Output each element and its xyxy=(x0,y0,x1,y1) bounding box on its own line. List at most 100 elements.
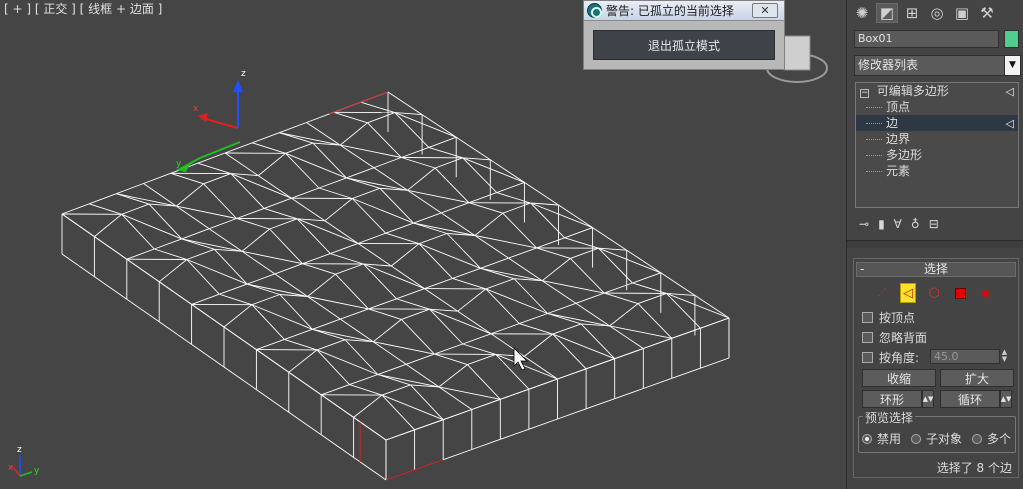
preview-subobject-radio[interactable]: 子对象 xyxy=(911,430,962,447)
shrink-button[interactable]: 收缩 xyxy=(862,369,936,387)
modifier-list-dropdown[interactable]: 修改器列表 ▼ xyxy=(854,55,1021,76)
stack-item-element[interactable]: 元素 xyxy=(856,163,1018,179)
hierarchy-tab-icon[interactable]: ⊞ xyxy=(901,3,923,23)
mesh-edge xyxy=(121,203,150,215)
mesh-edge xyxy=(143,172,171,184)
stack-item-border[interactable]: 边界 xyxy=(856,131,1018,147)
mesh-edge xyxy=(385,222,414,234)
stack-item-editable-poly[interactable]: − 可编辑多边形 ◁ xyxy=(856,83,1018,99)
collapse-icon[interactable]: - xyxy=(860,263,864,276)
collapse-icon[interactable]: − xyxy=(860,89,869,98)
stack-item-edge[interactable]: 边 ◁ xyxy=(856,115,1018,131)
mesh-edge xyxy=(263,197,292,209)
mesh-edge xyxy=(324,198,353,222)
mesh-edge xyxy=(609,303,639,327)
pin-stack-icon[interactable]: ⊸ xyxy=(859,217,869,231)
loop-spinner-icon[interactable]: ▲▼ xyxy=(1000,390,1012,408)
selection-rollout: - 选择 ⋰ ◁ ⬡ ◈ 按顶点 忽略背面 按角度: 45.0 ▲ ▼ 收缩 扩大… xyxy=(853,258,1019,478)
make-unique-icon[interactable]: ∀ xyxy=(894,217,902,231)
spinner-arrows-icon[interactable]: ▲ ▼ xyxy=(1000,349,1009,364)
edge-level-icon[interactable]: ◁ xyxy=(899,283,917,303)
exit-isolation-button[interactable]: 退出孤立模式 xyxy=(593,30,775,60)
mesh-edge xyxy=(357,232,386,244)
modifier-list-label: 修改器列表 xyxy=(858,58,919,72)
polygon-level-icon[interactable] xyxy=(952,283,968,303)
mesh-edge xyxy=(541,258,571,282)
object-color-swatch[interactable] xyxy=(1004,30,1019,48)
preview-multi-radio[interactable]: 多个 xyxy=(972,430,1011,447)
mesh-edge xyxy=(312,318,341,330)
mesh-edge xyxy=(474,212,504,236)
ring-button[interactable]: 环形 xyxy=(862,390,922,408)
ignore-backfacing-checkbox[interactable]: 忽略背面 xyxy=(862,329,927,345)
mesh-edge xyxy=(279,294,313,330)
mesh-edge xyxy=(252,142,286,154)
subobject-level-icons: ⋰ ◁ ⬡ ◈ xyxy=(874,282,994,304)
mesh-edge xyxy=(385,429,415,441)
mesh-edge xyxy=(61,253,95,277)
mesh-edge xyxy=(637,292,667,305)
mesh-edge xyxy=(428,136,457,148)
mesh-edge xyxy=(643,337,672,349)
mesh-edge xyxy=(396,288,425,300)
mesh-edge xyxy=(367,122,402,158)
angle-spinner-field[interactable]: 45.0 xyxy=(930,349,1000,364)
by-vertex-checkbox[interactable]: 按顶点 xyxy=(862,309,915,325)
utilities-tab-icon[interactable]: ⚒ xyxy=(976,3,998,23)
mesh-edge xyxy=(158,281,192,305)
mesh-edge xyxy=(570,258,605,294)
mesh-edge xyxy=(318,187,353,199)
element-level-icon[interactable]: ◈ xyxy=(978,283,994,303)
mesh-edge xyxy=(592,227,627,251)
mesh-edge xyxy=(251,304,313,330)
display-tab-icon[interactable]: ▣ xyxy=(951,3,973,23)
motion-tab-icon[interactable]: ◎ xyxy=(926,3,948,23)
mesh-edge xyxy=(252,132,280,144)
viewport[interactable]: yzxxyz [ + ] [ 正交 ] [ 线框 + 边面 ] 警告: 已孤立的… xyxy=(0,0,846,489)
viewport-label[interactable]: [ + ] [ 正交 ] [ 线框 + 边面 ] xyxy=(4,0,162,17)
preview-off-radio[interactable]: 禁用 xyxy=(862,430,901,447)
mesh-edge xyxy=(530,202,565,239)
mesh-edge xyxy=(632,272,661,284)
mesh-edge xyxy=(357,243,392,267)
mesh-edge xyxy=(373,157,402,169)
mesh-edge xyxy=(557,368,587,380)
command-panel-tabs: ✺ ◩ ⊞ ◎ ▣ ⚒ xyxy=(847,0,1023,26)
mesh-edge xyxy=(536,247,571,259)
selection-rollout-header[interactable]: - 选择 xyxy=(856,262,1016,277)
close-icon[interactable]: ✕ xyxy=(752,3,778,18)
mesh-edge xyxy=(263,207,298,220)
mesh-edge xyxy=(126,298,160,323)
show-end-result-icon[interactable]: ▮ xyxy=(878,217,885,231)
gizmo-y-label: y xyxy=(176,159,182,169)
create-tab-icon[interactable]: ✺ xyxy=(851,3,873,23)
mesh-edge xyxy=(500,428,530,440)
remove-modifier-icon[interactable]: ♁ xyxy=(911,217,920,231)
checkbox-label: 忽略背面 xyxy=(879,330,928,345)
configure-sets-icon[interactable]: ⊟ xyxy=(929,217,939,231)
by-angle-checkbox[interactable]: 按角度: xyxy=(862,349,919,365)
stack-item-polygon[interactable]: 多边形 xyxy=(856,147,1018,163)
ring-spinner-icon[interactable]: ▲▼ xyxy=(922,390,934,408)
border-level-icon[interactable]: ⬡ xyxy=(926,283,942,303)
mesh-edge xyxy=(291,197,326,222)
vertex-level-icon[interactable]: ⋰ xyxy=(874,283,890,303)
radio-label: 多个 xyxy=(987,432,1012,446)
object-name-field[interactable]: Box01 xyxy=(854,30,999,48)
wireframe-mesh[interactable]: yzxx yz xyxy=(0,0,846,489)
mesh-edge xyxy=(203,173,232,185)
mesh-edge xyxy=(485,288,548,314)
mesh-edge xyxy=(585,398,615,410)
chevron-down-icon[interactable]: ▼ xyxy=(1004,56,1020,75)
isolate-dialog-titlebar[interactable]: 警告: 已孤立的当前选择 ✕ xyxy=(584,1,784,21)
grow-button[interactable]: 扩大 xyxy=(940,369,1014,387)
mesh-edge xyxy=(528,418,558,430)
mesh-edge xyxy=(223,326,257,350)
stack-item-vertex[interactable]: 顶点 xyxy=(856,99,1018,115)
mesh-edge xyxy=(191,293,220,305)
mesh-edge xyxy=(186,248,215,260)
loop-button[interactable]: 循环 xyxy=(940,390,1000,408)
modify-tab-icon[interactable]: ◩ xyxy=(876,3,898,23)
mesh-edge xyxy=(318,177,347,189)
mesh-edge xyxy=(61,213,95,237)
